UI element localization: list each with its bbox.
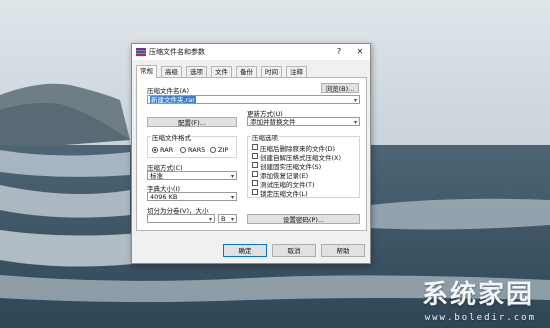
dictionary-size-value: 4096 KB	[150, 193, 178, 201]
help-button[interactable]: 帮助	[321, 244, 365, 257]
test-archived-files-checkbox[interactable]	[252, 180, 258, 186]
create-sfx-checkbox[interactable]	[252, 153, 258, 159]
format-rar5-radio[interactable]	[180, 147, 186, 153]
profiles-button[interactable]: 配置(F)...	[147, 117, 237, 127]
cancel-button[interactable]: 取消	[272, 244, 316, 257]
split-volume-size-field[interactable]: ▾	[147, 214, 215, 223]
format-rar-label: RAR	[160, 146, 174, 154]
format-rar-radio[interactable]	[152, 147, 158, 153]
dictionary-size-select[interactable]: 4096 KB ▾	[147, 192, 237, 201]
format-zip-label: ZIP	[218, 146, 229, 154]
ok-button[interactable]: 确定	[223, 244, 267, 257]
update-mode-value: 添加并替换文件	[250, 118, 296, 126]
chevron-down-icon: ▾	[230, 216, 234, 223]
format-rar5-label: RAR5	[188, 146, 206, 154]
archive-name-label: 压缩文件名(A)	[147, 87, 190, 95]
watermark-url: www.boledir.com	[424, 313, 536, 323]
tab-backup[interactable]: 备份	[236, 66, 257, 77]
chevron-down-icon[interactable]: ▾	[354, 96, 357, 103]
create-solid-checkbox[interactable]	[252, 162, 258, 168]
archive-options-group: 压缩选项 压缩后删除原来的文件(D) 创建自解压格式压缩文件(X) 创建固实压缩…	[247, 132, 360, 198]
delete-after-archiving-checkbox[interactable]	[252, 144, 258, 150]
dialog-title: 压缩文件名和参数	[149, 48, 205, 56]
archive-name-dialog: 压缩文件名和参数 ? ✕ 常规 高级 选项 文件 备份 时间 注释 压缩文件名(…	[131, 43, 371, 264]
lock-archive-checkbox[interactable]	[252, 189, 258, 195]
archive-format-group: 压缩文件格式 RAR RAR5 ZIP	[147, 132, 237, 158]
archive-options-title: 压缩选项	[251, 132, 279, 142]
chevron-down-icon: ▾	[230, 194, 234, 201]
split-volume-unit-value: B	[221, 215, 226, 223]
winrar-books-icon	[136, 48, 146, 57]
dialog-titlebar[interactable]: 压缩文件名和参数 ? ✕	[132, 44, 370, 60]
tab-general[interactable]: 常规	[136, 65, 157, 78]
title-help-button[interactable]: ?	[333, 46, 345, 58]
title-close-button[interactable]: ✕	[354, 46, 366, 58]
split-volume-unit-select[interactable]: B ▾	[218, 214, 237, 223]
archive-name-field[interactable]: 新建文件夹.rar ▾	[147, 95, 360, 104]
format-zip-radio[interactable]	[210, 147, 216, 153]
archive-name-value: 新建文件夹.rar	[150, 96, 196, 104]
browse-button[interactable]: 浏览(B)...	[321, 83, 359, 93]
chevron-down-icon: ▾	[353, 119, 357, 126]
compression-method-value: 标准	[150, 172, 163, 180]
tab-advanced[interactable]: 高级	[161, 66, 182, 77]
tab-time[interactable]: 时间	[261, 66, 282, 77]
archive-format-title: 压缩文件格式	[151, 132, 192, 142]
compression-method-select[interactable]: 标准 ▾	[147, 171, 237, 180]
chevron-down-icon: ▾	[230, 173, 234, 180]
tab-comment[interactable]: 注释	[286, 66, 307, 77]
watermark-brand: 系统家园	[421, 280, 534, 310]
tab-options[interactable]: 选项	[186, 66, 207, 77]
lock-archive-label: 锁定压缩文件(L)	[260, 190, 308, 198]
chevron-down-icon: ▾	[208, 216, 212, 223]
set-password-button[interactable]: 设置密码(P)...	[247, 214, 360, 224]
add-recovery-record-checkbox[interactable]	[252, 171, 258, 177]
update-mode-select[interactable]: 添加并替换文件 ▾	[247, 117, 360, 126]
tab-files[interactable]: 文件	[211, 66, 232, 77]
general-tab-panel: 压缩文件名(A) 浏览(B)... 新建文件夹.rar ▾ 配置(F)... 更…	[136, 77, 367, 231]
